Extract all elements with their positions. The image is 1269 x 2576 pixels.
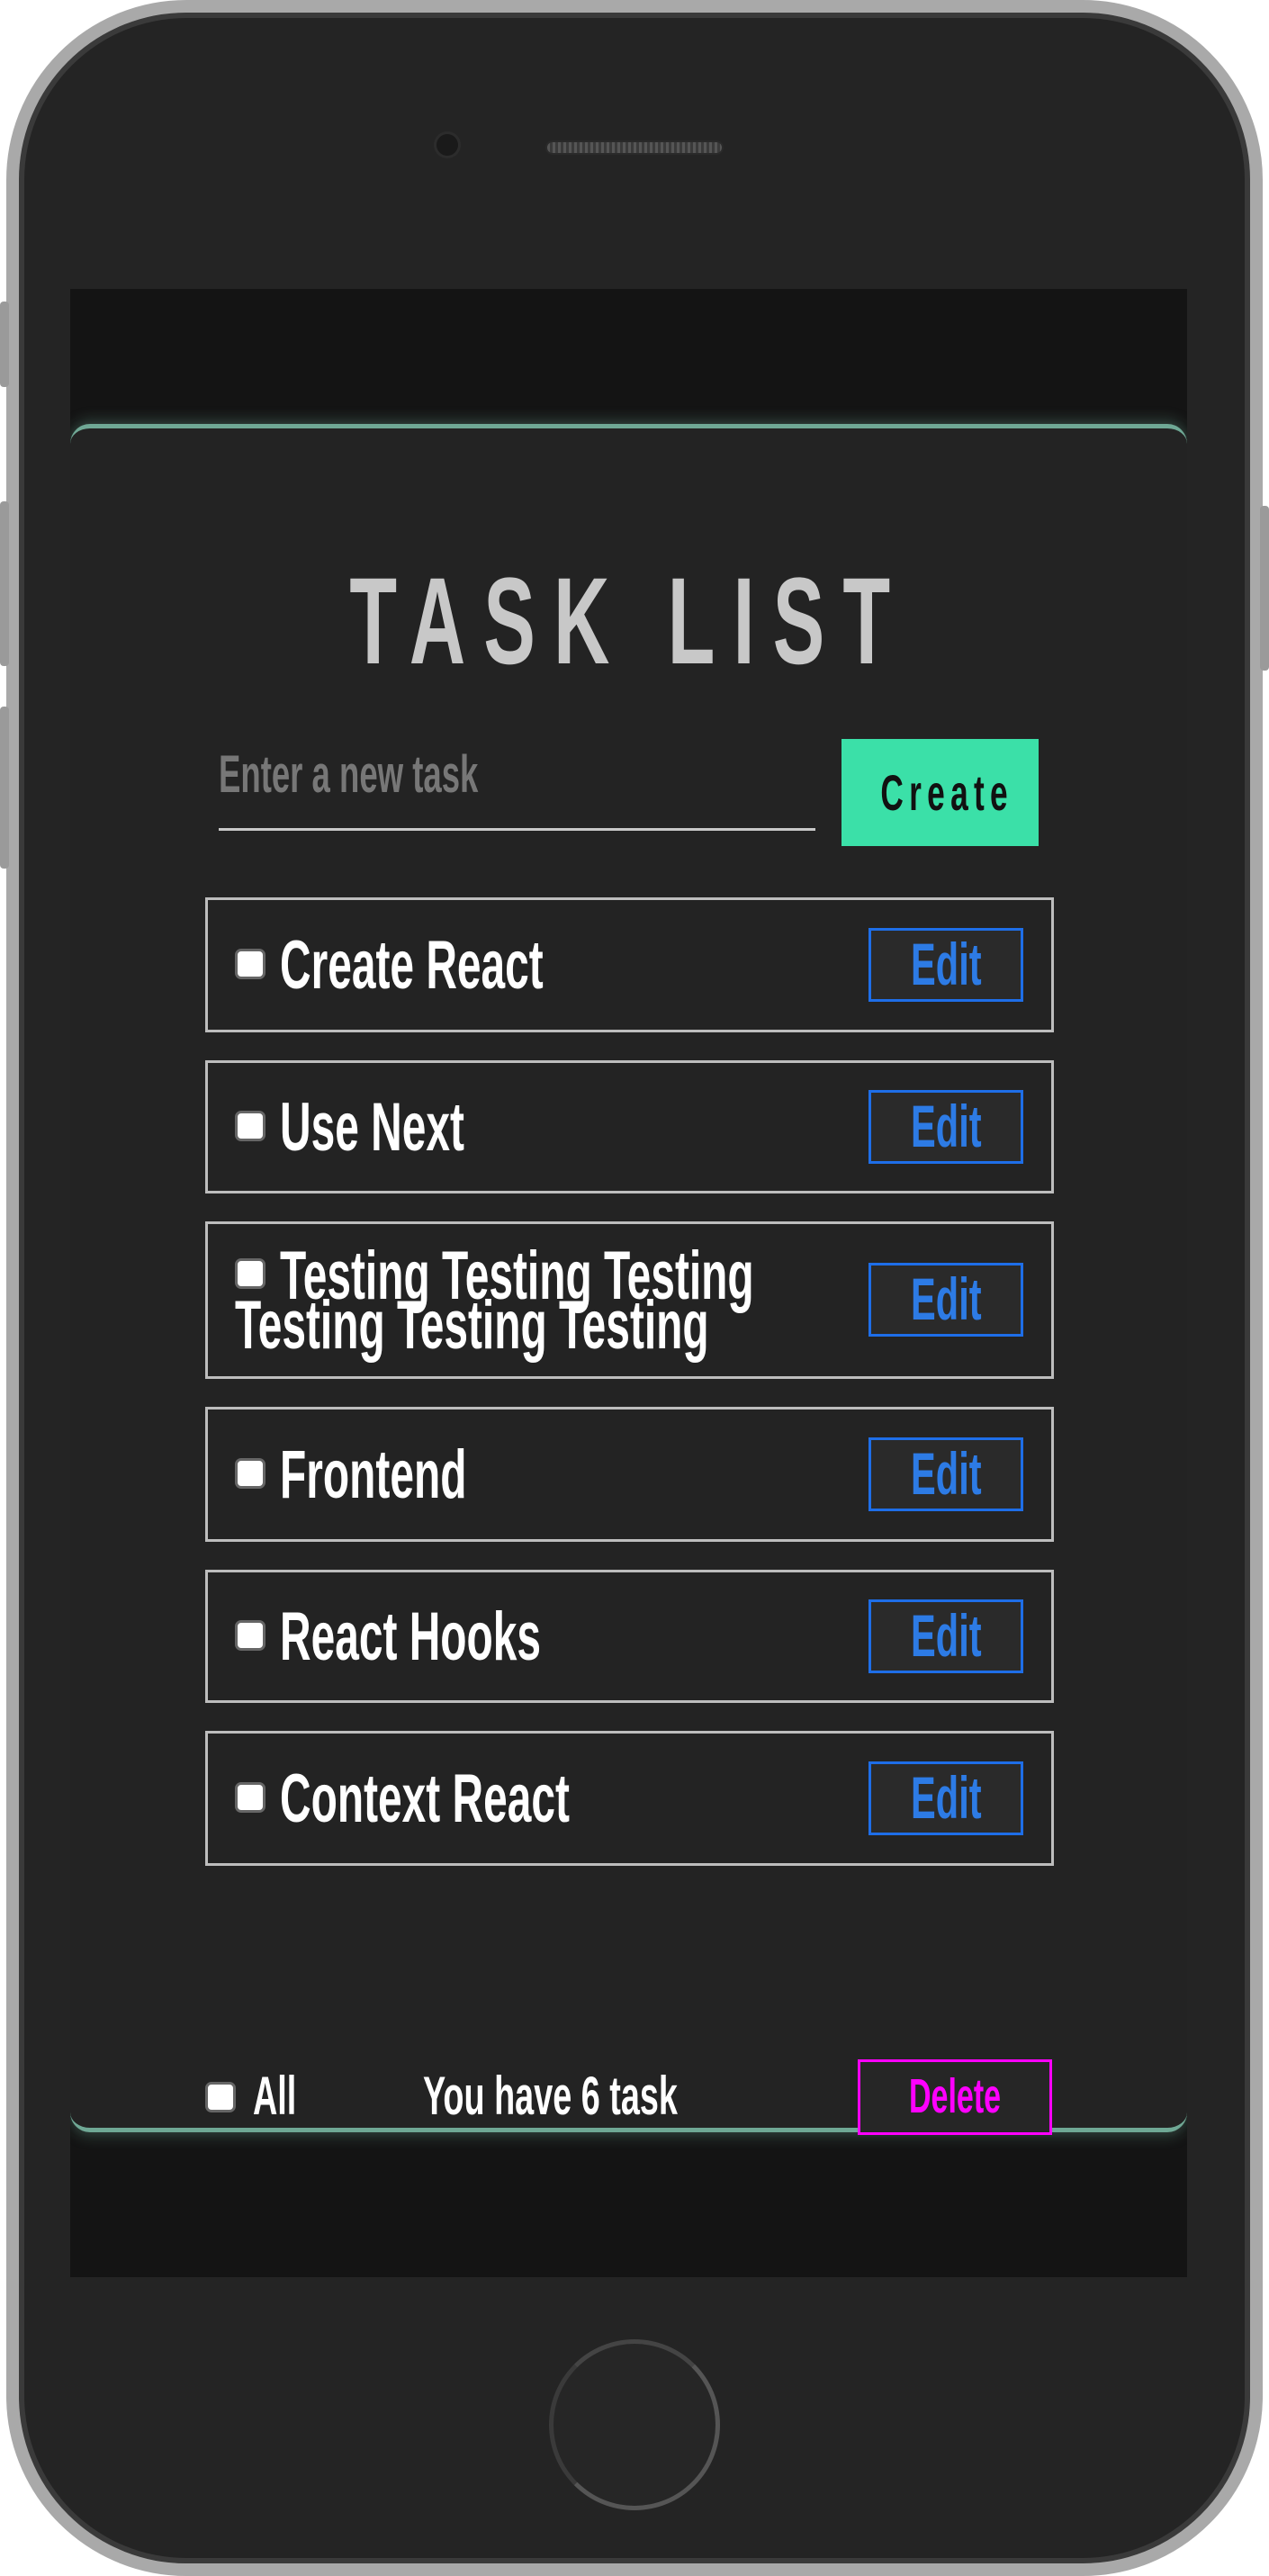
task-count: You have 6 task (423, 2066, 678, 2126)
task-text: Use Next (280, 1089, 464, 1166)
select-all-checkbox[interactable] (205, 2082, 236, 2112)
task-checkbox[interactable] (235, 1111, 266, 1141)
volume-up-button (0, 501, 9, 666)
task-checkbox[interactable] (235, 1258, 266, 1289)
task-checkbox[interactable] (235, 949, 266, 979)
task-item: Frontend Edit (205, 1407, 1054, 1542)
edit-button[interactable]: Edit (868, 1263, 1023, 1337)
task-item: Testing Testing Testing Testing Testing … (205, 1221, 1054, 1379)
select-all-label: All (253, 2066, 297, 2126)
task-text-line-2: Testing Testing Testing (235, 1287, 709, 1364)
task-item: Context React Edit (205, 1731, 1054, 1866)
page-title: TASK LIST (349, 553, 908, 690)
task-text: Frontend (280, 1437, 467, 1513)
power-button (1260, 506, 1269, 671)
edit-button[interactable]: Edit (868, 1761, 1023, 1835)
edit-button[interactable]: Edit (868, 1599, 1023, 1673)
home-button[interactable] (549, 2339, 720, 2510)
screen: TASK LIST Enter a new task Create Create… (70, 289, 1187, 2277)
task-item: Use Next Edit (205, 1060, 1054, 1193)
task-item: React Hooks Edit (205, 1570, 1054, 1703)
camera-icon (436, 134, 458, 156)
task-checkbox[interactable] (235, 1782, 266, 1813)
edit-button[interactable]: Edit (868, 928, 1023, 1002)
task-checkbox[interactable] (235, 1458, 266, 1489)
task-text: Context React (280, 1761, 570, 1837)
task-text: React Hooks (280, 1599, 542, 1675)
create-button[interactable]: Create (842, 739, 1039, 846)
edit-button[interactable]: Edit (868, 1437, 1023, 1511)
mute-switch (0, 302, 9, 387)
speaker-grille (545, 140, 724, 155)
task-card: TASK LIST Enter a new task Create Create… (70, 424, 1187, 2135)
new-task-input[interactable]: Enter a new task (219, 725, 815, 831)
task-checkbox[interactable] (235, 1620, 266, 1651)
input-placeholder: Enter a new task (219, 745, 479, 804)
volume-down-button (0, 707, 9, 869)
task-text: Create React (280, 927, 544, 1004)
task-item: Create React Edit (205, 897, 1054, 1032)
edit-button[interactable]: Edit (868, 1090, 1023, 1164)
delete-button[interactable]: Delete (858, 2059, 1052, 2135)
